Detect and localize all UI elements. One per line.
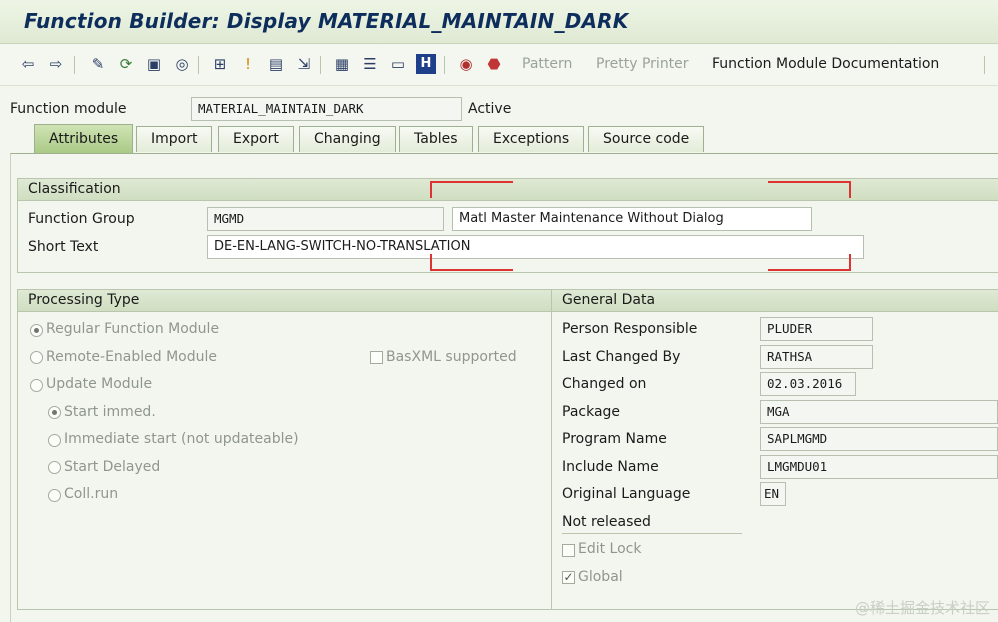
watermark-text: @稀土掘金技术社区: [854, 599, 990, 617]
edit-lock-label: Edit Lock: [578, 541, 642, 557]
immediate-start-label: Immediate start (not updateable): [64, 431, 299, 447]
global-label: Global: [578, 569, 623, 585]
annotation-bracket: [430, 181, 513, 183]
annotation-bracket: [768, 269, 851, 271]
function-group-field[interactable]: MGMD: [207, 207, 444, 231]
package-field[interactable]: MGA: [760, 400, 998, 424]
tab-export[interactable]: Export: [218, 126, 294, 152]
regular-function-module-label: Regular Function Module: [46, 321, 220, 337]
activate-icon[interactable]: ◉: [456, 54, 476, 74]
changed-on-field[interactable]: 02.03.2016: [760, 372, 856, 396]
application-toolbar: ⇦ ⇨ ✎ ⟳ ▣ ◎ ⊞ ! ▤ ⇲ ▦ ☰ ▭ H ◉ ⬣ Pattern …: [0, 44, 998, 86]
processing-type-title: Processing Type: [18, 290, 551, 312]
global-checkbox[interactable]: ✓: [562, 571, 575, 584]
back-arrow-icon[interactable]: ⇦: [18, 54, 38, 74]
update-module-radio[interactable]: [30, 379, 43, 392]
person-responsible-label: Person Responsible: [562, 321, 698, 337]
annotation-bracket: [849, 181, 851, 198]
tab-import[interactable]: Import: [136, 126, 213, 152]
original-language-field[interactable]: EN: [760, 482, 786, 506]
object-list-icon[interactable]: ▣: [144, 54, 164, 74]
debug-icon[interactable]: !: [238, 54, 258, 74]
annotation-bracket: [430, 181, 432, 198]
layout-icon[interactable]: ☰: [360, 54, 380, 74]
regular-function-module-radio[interactable]: [30, 324, 43, 337]
basxml-supported-label: BasXML supported: [386, 349, 517, 365]
tab-tables[interactable]: Tables: [399, 126, 473, 152]
short-text-field[interactable]: DE-EN-LANG-SWITCH-NO-TRANSLATION: [207, 235, 864, 259]
start-delayed-radio[interactable]: [48, 461, 61, 474]
annotation-bracket: [430, 269, 513, 271]
program-name-label: Program Name: [562, 431, 667, 447]
edit-lock-checkbox[interactable]: [562, 544, 575, 557]
function-group-label: Function Group: [28, 211, 135, 227]
include-name-field[interactable]: LMGMDU01: [760, 455, 998, 479]
immediate-start-radio[interactable]: [48, 434, 61, 447]
person-responsible-field[interactable]: PLUDER: [760, 317, 873, 341]
release-status-underline: [562, 533, 742, 534]
start-immed-label: Start immed.: [64, 404, 156, 420]
where-used-icon[interactable]: ◎: [172, 54, 192, 74]
tab-source-code[interactable]: Source code: [588, 126, 705, 152]
pretty-printer-button[interactable]: Pretty Printer: [596, 56, 689, 72]
update-module-label: Update Module: [46, 376, 153, 392]
function-group-description-field[interactable]: Matl Master Maintenance Without Dialog: [452, 207, 812, 231]
short-text-label: Short Text: [28, 239, 99, 255]
toolbar-separator: [74, 56, 75, 74]
release-status-text: Not released: [562, 514, 651, 530]
start-delayed-label: Start Delayed: [64, 459, 161, 475]
start-immed-radio[interactable]: [48, 406, 61, 419]
remote-enabled-module-label: Remote-Enabled Module: [46, 349, 218, 365]
status-text: Active: [468, 101, 512, 117]
tab-changing[interactable]: Changing: [299, 126, 396, 152]
toolbar-separator: [984, 56, 985, 74]
changed-on-label: Changed on: [562, 376, 647, 392]
stop-icon[interactable]: ⬣: [484, 54, 504, 74]
program-name-field[interactable]: SAPLMGMD: [760, 427, 998, 451]
display-list-icon[interactable]: ▭: [388, 54, 408, 74]
info-icon[interactable]: H: [416, 54, 436, 74]
test-icon[interactable]: ⊞: [210, 54, 230, 74]
forward-arrow-icon[interactable]: ⇨: [46, 54, 66, 74]
annotation-bracket: [768, 181, 851, 183]
function-module-field[interactable]: MATERIAL_MAINTAIN_DARK: [191, 97, 462, 121]
remote-enabled-module-radio[interactable]: [30, 351, 43, 364]
pattern-button[interactable]: Pattern: [522, 56, 572, 72]
navigate-icon[interactable]: ▤: [266, 54, 286, 74]
last-changed-by-label: Last Changed By: [562, 349, 681, 365]
title-bar: Function Builder: Display MATERIAL_MAINT…: [0, 0, 998, 44]
other-object-icon[interactable]: ⇲: [294, 54, 314, 74]
toolbar-separator: [320, 56, 321, 74]
tab-exceptions[interactable]: Exceptions: [478, 126, 585, 152]
annotation-bracket: [849, 254, 851, 271]
function-module-documentation-button[interactable]: Function Module Documentation: [712, 56, 939, 72]
include-name-label: Include Name: [562, 459, 659, 475]
coll-run-label: Coll.run: [64, 486, 119, 502]
toolbar-separator: [198, 56, 199, 74]
basxml-supported-checkbox[interactable]: [370, 351, 383, 364]
processing-type-group: Processing Type: [17, 289, 552, 610]
display-change-icon[interactable]: ⟳: [116, 54, 136, 74]
function-module-label: Function module: [10, 101, 127, 117]
coll-run-radio[interactable]: [48, 489, 61, 502]
tab-attributes[interactable]: Attributes: [34, 124, 134, 154]
window-title: Function Builder: Display MATERIAL_MAINT…: [24, 9, 629, 33]
toolbar-separator: [444, 56, 445, 74]
last-changed-by-field[interactable]: RATHSA: [760, 345, 873, 369]
general-data-title: General Data: [552, 290, 998, 312]
tab-strip: Attributes Import Export Changing Tables…: [0, 124, 998, 154]
hierarchy-icon[interactable]: ▦: [332, 54, 352, 74]
package-label: Package: [562, 404, 621, 420]
edit-pencil-icon[interactable]: ✎: [88, 54, 108, 74]
original-language-label: Original Language: [562, 486, 691, 502]
